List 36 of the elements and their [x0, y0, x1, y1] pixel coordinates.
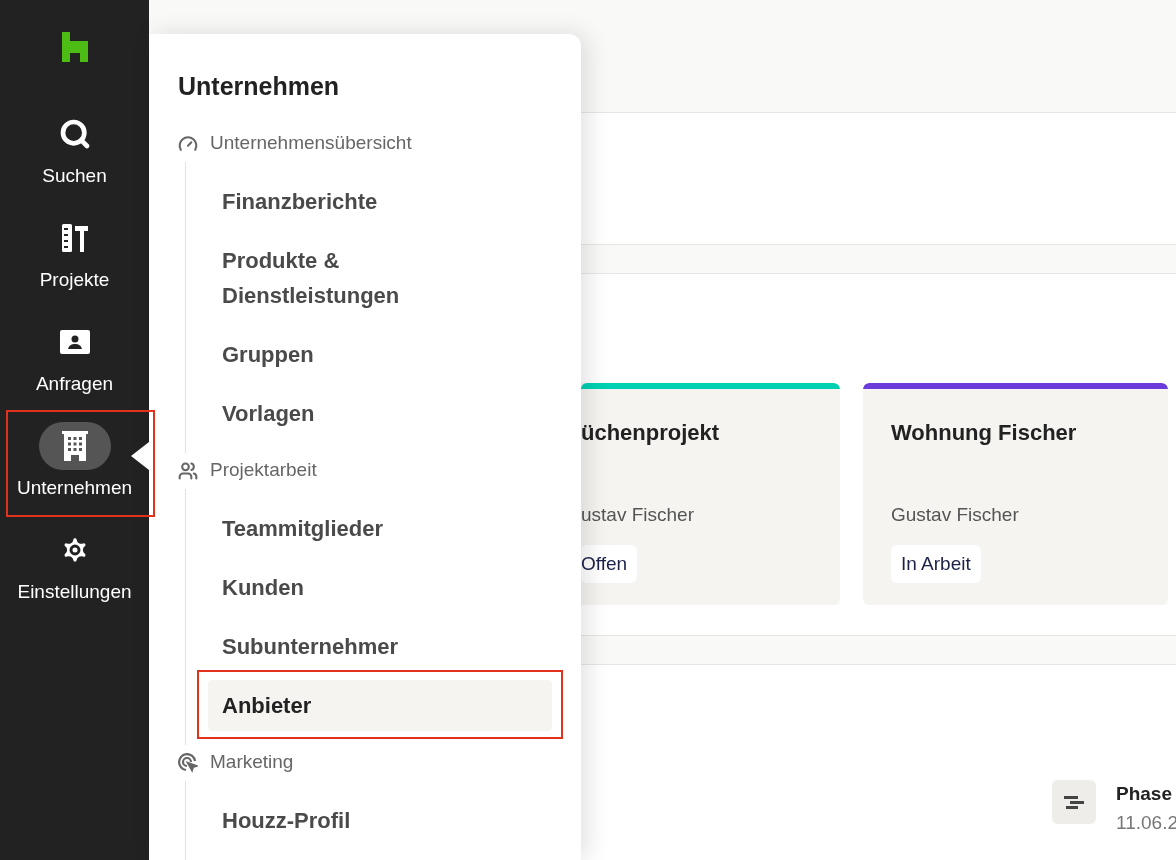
gauge-icon	[178, 133, 198, 154]
status-badge: In Arbeit	[891, 544, 981, 583]
logo-icon	[61, 32, 88, 62]
project-card[interactable]: üchenprojekt ustav Fischer Offen	[581, 383, 840, 605]
nav-item[interactable]: Projekte	[4, 206, 145, 310]
menu-item[interactable]: Subunternehmer	[208, 620, 552, 672]
timeline-icon	[1052, 780, 1096, 824]
nav-item[interactable]: Anfragen	[4, 310, 145, 414]
menu-item[interactable]: Teammitglieder	[208, 502, 552, 554]
menu-item[interactable]: Gruppen	[208, 328, 552, 380]
project-card[interactable]: Wohnung Fischer Gustav Fischer In Arbeit	[863, 383, 1168, 605]
target-icon	[178, 752, 198, 773]
nav-item[interactable]: Einstellungen	[4, 518, 145, 622]
section-header: Projektarbeit	[210, 458, 317, 483]
menu-title: Unternehmen	[178, 71, 341, 102]
nav-item[interactable]: Unternehmen	[4, 414, 145, 518]
status-badge: Offen	[581, 544, 638, 583]
users-icon	[178, 460, 198, 481]
nav-item[interactable]: Suchen	[4, 102, 145, 206]
section-header: Unternehmensübersicht	[210, 131, 412, 156]
project-title: Wohnung Fischer	[891, 419, 1078, 447]
contact-card-icon	[59, 330, 90, 354]
project-title: üchenprojekt	[581, 419, 721, 447]
menu-item[interactable]: Houzz-Profil	[208, 794, 552, 846]
phase-title: Phase	[1116, 782, 1173, 806]
section-header: Marketing	[210, 750, 294, 775]
menu-item[interactable]: Finanzberichte	[208, 175, 552, 227]
search-icon	[58, 118, 91, 150]
menu-item[interactable]: Vorlagen	[208, 387, 552, 439]
ruler-hammer-icon	[59, 223, 90, 253]
client-name: ustav Fischer	[581, 503, 695, 527]
building-icon	[61, 431, 88, 461]
menu-item[interactable]: Anbieter	[208, 679, 552, 731]
menu-item[interactable]: Kunden	[208, 561, 552, 613]
menu-item[interactable]: Produkte & Dienstleistungen	[208, 234, 552, 321]
client-name: Gustav Fischer	[891, 503, 1020, 527]
